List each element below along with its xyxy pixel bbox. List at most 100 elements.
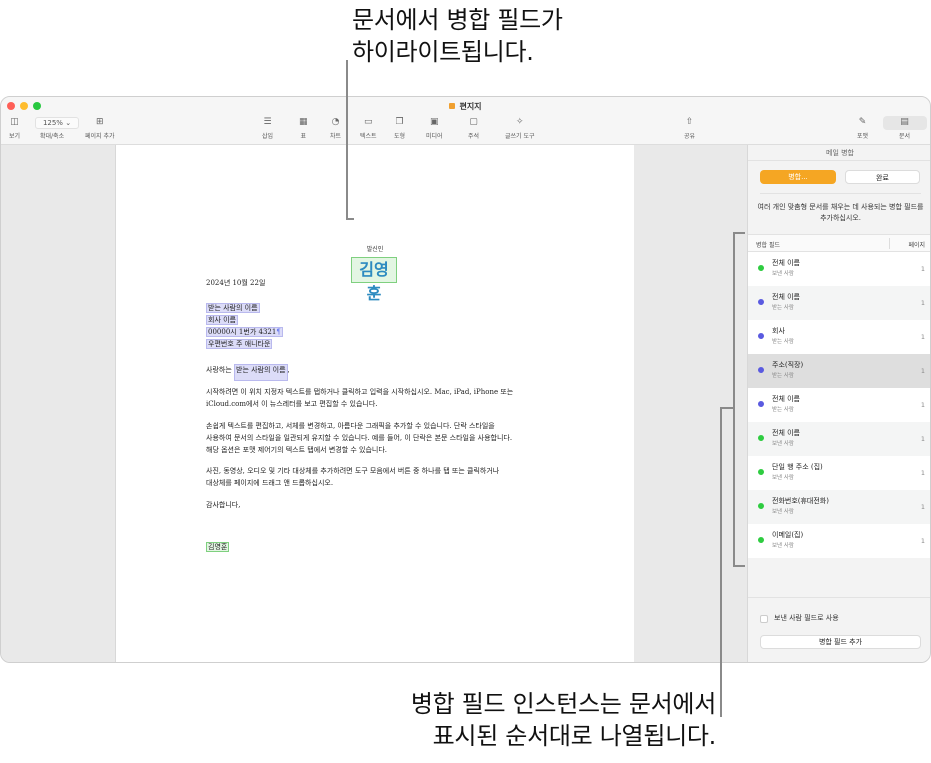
merge-field-page: 1 bbox=[920, 401, 925, 409]
media-button[interactable]: ▣ 미디어 bbox=[426, 116, 443, 140]
merge-field-row[interactable]: 전화번호(휴대전화) 보낸 사람 1 bbox=[748, 490, 930, 524]
callout-top-line1: 문서에서 병합 필드가 bbox=[352, 6, 563, 34]
merge-field-row[interactable]: 전체 이름보낸 사람 1 bbox=[748, 422, 930, 456]
field-color-dot-icon bbox=[758, 469, 764, 475]
address-block: 받는 사람의 이름 회사 이름 00000시 1번가 4321¶ 우편번호 주 … bbox=[206, 302, 283, 350]
table-icon: ▦ bbox=[299, 117, 308, 127]
merge-field-row[interactable]: 회사받는 사람 1 bbox=[748, 320, 930, 354]
comment-icon: ▢ bbox=[469, 117, 478, 127]
merge-field-name: 회사 bbox=[772, 327, 785, 335]
chart-icon: ◔ bbox=[331, 117, 340, 127]
callout-bottom-line2: 표시된 순서대로 나열됩니다. bbox=[432, 722, 717, 750]
comment-button[interactable]: ▢ 주석 bbox=[468, 116, 479, 140]
view-button[interactable]: ◫ 보기 bbox=[9, 116, 20, 140]
merge-field-row[interactable]: 전체 이름받는 사람 1 bbox=[748, 388, 930, 422]
merge-field-row[interactable]: 단일 행 주소 (집) 보낸 사람 1 bbox=[748, 456, 930, 490]
zoom-dropdown[interactable]: 125% ⌄ bbox=[35, 117, 79, 129]
canvas-background-right bbox=[634, 145, 747, 662]
document-icon bbox=[449, 103, 456, 109]
merge-field-page: 1 bbox=[920, 537, 925, 545]
closing-text[interactable]: 감사합니다, bbox=[206, 499, 240, 511]
done-button[interactable]: 완료 bbox=[845, 170, 920, 184]
pilcrow-icon: ¶ bbox=[276, 328, 281, 336]
merge-field-source: 보낸 사람 bbox=[772, 441, 794, 447]
add-page-button[interactable]: ⊞ 페이지 추가 bbox=[85, 116, 115, 140]
merge-field-address-line2[interactable]: 우편번호 주 애니타운 bbox=[206, 339, 273, 349]
use-sender-checkbox[interactable] bbox=[760, 615, 768, 623]
window-title: 편지지 bbox=[1, 101, 930, 112]
paragraph-3[interactable]: 사진, 동영상, 오디오 및 기타 대상체를 추가하려면 도구 모음에서 버튼 … bbox=[206, 465, 499, 489]
table-button[interactable]: ▦ 표 bbox=[299, 116, 308, 140]
merge-field-page: 1 bbox=[920, 265, 925, 273]
merge-field-source: 받는 사람 bbox=[772, 373, 794, 379]
merge-field-row[interactable]: 이메일(집) 보낸 사람 1 bbox=[748, 524, 930, 558]
merge-field-row[interactable]: 전체 이름 보낸 사람 1 bbox=[748, 252, 930, 286]
callout-top-line2: 하이라이트됩니다. bbox=[352, 38, 534, 66]
merge-field-source: 받는 사람 bbox=[772, 407, 794, 413]
callout-bottom: 병합 필드 인스턴스는 문서에서 표시된 순서대로 나열됩니다. bbox=[411, 688, 716, 752]
merge-field-name: 전체 이름 bbox=[772, 395, 800, 403]
text-button[interactable]: ▭ 텍스트 bbox=[360, 116, 377, 140]
merge-field-page: 1 bbox=[920, 469, 925, 477]
merge-field-name: 전체 이름 bbox=[772, 293, 800, 301]
merge-field-source: 보낸 사람 bbox=[772, 543, 794, 549]
divider bbox=[748, 597, 930, 598]
canvas-background-left bbox=[1, 145, 116, 662]
field-color-dot-icon bbox=[758, 537, 764, 543]
callout-top: 문서에서 병합 필드가 하이라이트됩니다. bbox=[352, 4, 563, 68]
merge-field-sender-name[interactable]: 김영훈 bbox=[351, 257, 397, 303]
field-color-dot-icon bbox=[758, 435, 764, 441]
callout-top-leader-tick bbox=[346, 218, 354, 220]
merge-fields-header: 병합 필드 페이지 bbox=[748, 234, 930, 252]
merge-button[interactable]: 병합... bbox=[760, 170, 836, 184]
paragraph-1[interactable]: 시작하려면 이 위치 지정자 텍스트를 탭하거나 클릭하고 입력을 시작하십시오… bbox=[206, 386, 513, 410]
merge-field-page: 1 bbox=[920, 435, 925, 443]
add-merge-field-button[interactable]: 병합 필드 추가 bbox=[760, 635, 921, 649]
merge-field-address[interactable]: 00000시 1번가 4321¶ bbox=[206, 327, 283, 337]
merge-field-signature[interactable]: 김영훈 bbox=[206, 542, 230, 552]
merge-field-company[interactable]: 회사 이름 bbox=[206, 315, 238, 325]
merge-field-page: 1 bbox=[920, 367, 925, 375]
sender-label: 발신인 bbox=[366, 246, 384, 253]
document-button[interactable]: ▤ 문서 bbox=[899, 116, 910, 140]
merge-field-name: 전체 이름 bbox=[772, 429, 800, 437]
field-color-dot-icon bbox=[758, 503, 764, 509]
merge-field-source: 보낸 사람 bbox=[772, 509, 794, 515]
merge-field-row[interactable]: 주소(직장) 받는 사람 1 bbox=[748, 354, 930, 388]
merge-field-greeting-name[interactable]: 받는 사람의 이름 bbox=[234, 364, 288, 381]
use-sender-checkbox-label[interactable]: 보낸 사람 필드로 사용 bbox=[774, 613, 839, 623]
column-page[interactable]: 페이지 bbox=[908, 240, 925, 249]
signature-line: 김영훈 bbox=[206, 541, 230, 553]
paragraph-2[interactable]: 손쉽게 텍스트를 편집하고, 서체를 변경하고, 아름다운 그래픽을 추가할 수… bbox=[206, 420, 512, 456]
merge-field-page: 1 bbox=[920, 503, 925, 511]
document-page[interactable]: 발신인 김영훈 2024년 10월 22일 받는 사람의 이름 회사 이름 00… bbox=[116, 145, 634, 662]
share-button[interactable]: ⇧ 공유 bbox=[684, 116, 695, 140]
date-text[interactable]: 2024년 10월 22일 bbox=[206, 277, 265, 289]
merge-field-source: 받는 사람 bbox=[772, 339, 794, 345]
list-icon: ☰ bbox=[263, 117, 272, 127]
chevron-down-icon: ⌄ bbox=[65, 119, 72, 127]
writing-tools-button[interactable]: ✧ 글쓰기 도구 bbox=[505, 116, 535, 140]
shape-button[interactable]: ❐ 도형 bbox=[394, 116, 405, 140]
chart-button[interactable]: ◔ 차트 bbox=[330, 116, 341, 140]
image-icon: ▣ bbox=[430, 117, 439, 127]
pages-window: 편지지 ◫ 보기 125% ⌄ 확대/축소 ⊞ 페이지 추가 ☰ 삽입 ▦ 표 … bbox=[0, 96, 931, 663]
format-button[interactable]: ✎ 포맷 bbox=[857, 116, 868, 140]
sparkle-icon: ✧ bbox=[515, 117, 524, 127]
field-color-dot-icon bbox=[758, 367, 764, 373]
merge-field-name: 전화번호(휴대전화) bbox=[772, 497, 829, 505]
field-color-dot-icon bbox=[758, 265, 764, 271]
column-merge-field[interactable]: 병합 필드 bbox=[756, 240, 780, 249]
paintbrush-icon: ✎ bbox=[858, 117, 867, 127]
merge-field-recipient-name[interactable]: 받는 사람의 이름 bbox=[206, 303, 260, 313]
merge-field-name: 이메일(집) bbox=[772, 531, 804, 539]
column-divider bbox=[889, 238, 890, 249]
divider bbox=[760, 193, 921, 194]
callout-bracket-top bbox=[733, 232, 745, 234]
merge-field-page: 1 bbox=[920, 333, 925, 341]
merge-field-row[interactable]: 전체 이름 받는 사람 1 bbox=[748, 286, 930, 320]
callout-bottom-connector bbox=[720, 407, 734, 409]
insert-button[interactable]: ☰ 삽입 bbox=[262, 116, 273, 140]
sidebar-title: 메일 병합 bbox=[748, 145, 930, 161]
plus-square-icon: ⊞ bbox=[95, 117, 104, 127]
